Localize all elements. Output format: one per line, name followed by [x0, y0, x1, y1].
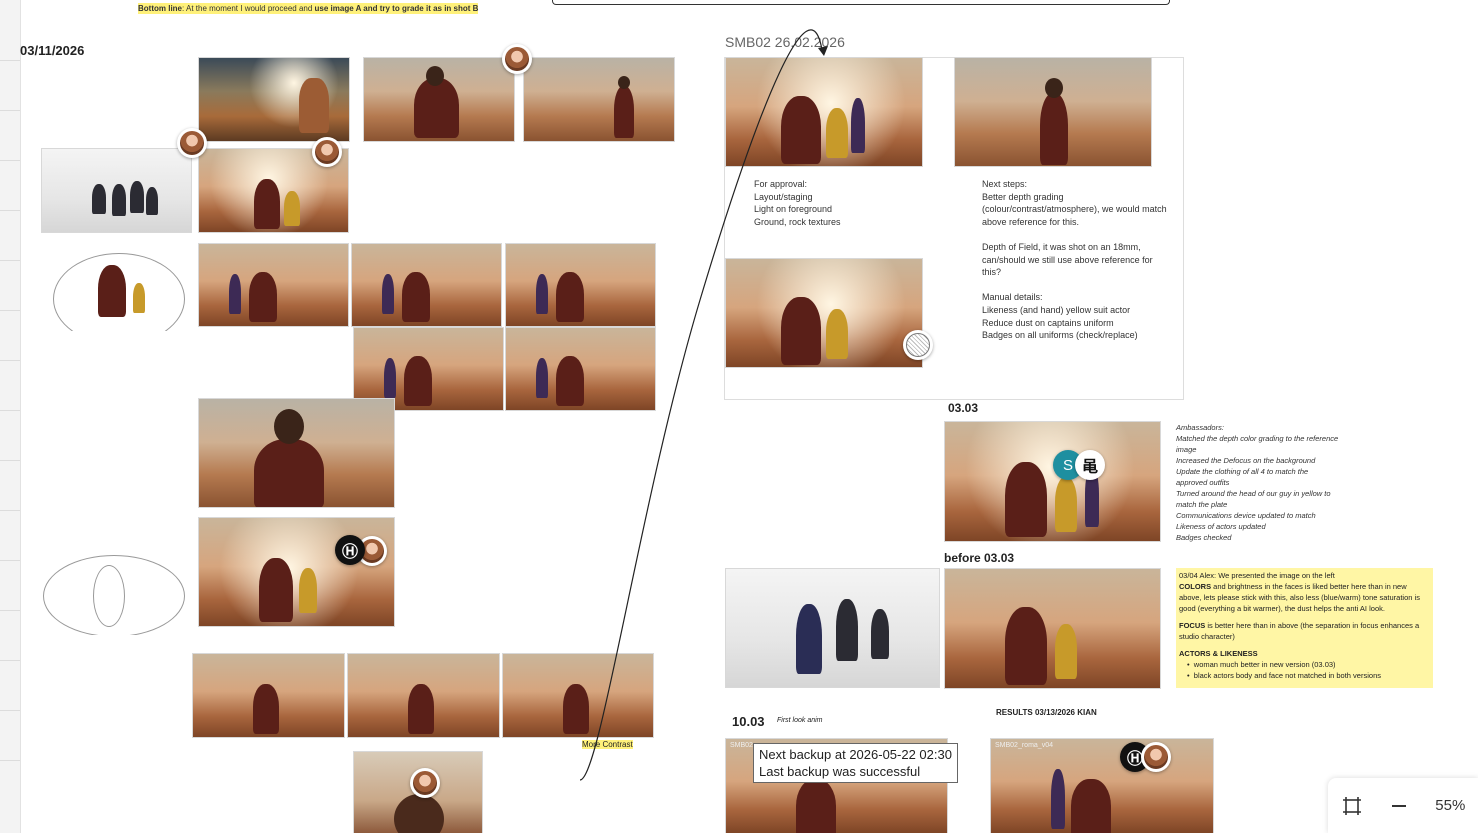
image-smb02-reference[interactable] [954, 57, 1152, 167]
colors-label: COLORS [1179, 582, 1212, 591]
focus-paragraph: FOCUS is better here than in above (the … [1179, 620, 1430, 642]
image-landscape-dusk[interactable] [198, 57, 350, 142]
connector-arrow[interactable] [560, 0, 840, 790]
image-crouching-closeup[interactable] [198, 398, 395, 508]
thumb-caption: SMB02_roma_v04 [995, 742, 1053, 749]
connector-path [579, 29, 823, 781]
image-crew-variant[interactable] [198, 517, 395, 627]
section-before-0303-title: before 03.03 [944, 551, 1015, 565]
image-sketch-1[interactable] [33, 243, 193, 331]
bottom-line-emphasis: use image A and try to grade it as in sh… [314, 4, 479, 13]
focus-label: FOCUS [1179, 621, 1206, 630]
image-results[interactable]: SMB02_roma_v04 [990, 738, 1214, 833]
user-avatar[interactable] [177, 128, 207, 158]
zoom-out-icon[interactable] [1383, 790, 1415, 822]
canvas-gutter [0, 0, 21, 833]
feedback-sticky-note[interactable]: 03/04 Alex: We presented the image on th… [1176, 568, 1433, 688]
colors-text: and brightness in the faces is liked bet… [1179, 582, 1420, 613]
list-item: • woman much better in new version (03.0… [1187, 660, 1336, 669]
bottom-line-note[interactable]: Bottom line: At the moment I would proce… [138, 3, 479, 14]
date-label: 03/11/2026 [20, 43, 85, 58]
colors-paragraph: COLORS and brightness in the faces is li… [1179, 581, 1430, 614]
focus-text: is better here than in above (the separa… [1179, 621, 1420, 641]
globe-avatar-icon[interactable] [903, 330, 933, 360]
user-avatar[interactable] [312, 137, 342, 167]
zoom-controls: 55% [1328, 778, 1478, 833]
fit-to-screen-icon[interactable] [1336, 790, 1368, 822]
image-contrast-1[interactable] [192, 653, 345, 738]
image-sketch-2[interactable] [33, 545, 193, 635]
user-avatar[interactable] [502, 44, 532, 74]
bullet-text: black actors body and face not matched i… [1193, 671, 1381, 680]
image-variant-1[interactable] [198, 243, 349, 327]
bullet-list: • woman much better in new version (03.0… [1179, 659, 1430, 681]
bottom-line-text: : At the moment I would proceed and [182, 4, 315, 13]
backup-tooltip: Next backup at 2026-05-22 02:30 Last bac… [753, 743, 958, 783]
ambassadors-notes: Ambassadors: Matched the depth color gra… [1176, 423, 1339, 542]
list-item: • black actors body and face not matched… [1187, 671, 1381, 680]
next-steps-notes: Next steps: Better depth grading (colour… [982, 179, 1167, 341]
image-crouching-man[interactable] [363, 57, 515, 142]
tooltip-line-1: Next backup at 2026-05-22 02:30 [759, 747, 952, 762]
arrow-head-icon [818, 46, 828, 56]
image-studio-reference[interactable] [41, 148, 192, 233]
image-variant-2[interactable] [351, 243, 502, 327]
image-0303[interactable] [944, 421, 1161, 542]
logo-avatar-icon[interactable]: Ⓗ [335, 535, 365, 565]
user-avatar[interactable] [1141, 742, 1171, 772]
scribble-avatar-icon[interactable]: ⻪ [1075, 450, 1105, 480]
note-line: 03/04 Alex: We presented the image on th… [1179, 571, 1335, 580]
user-avatar[interactable] [410, 768, 440, 798]
actors-label: ACTORS & LIKENESS [1179, 649, 1258, 658]
bottom-line-label: Bottom line [138, 4, 182, 13]
zoom-level[interactable]: 55% [1430, 790, 1470, 822]
image-contrast-2[interactable] [347, 653, 500, 738]
section-0303-title: 03.03 [948, 401, 979, 415]
tooltip-line-2: Last backup was successful [759, 764, 921, 779]
image-before-0303[interactable] [944, 568, 1161, 689]
bullet-text: woman much better in new version (03.03) [1193, 660, 1336, 669]
results-title: RESULTS 03/13/2026 KIAN [996, 708, 1097, 717]
